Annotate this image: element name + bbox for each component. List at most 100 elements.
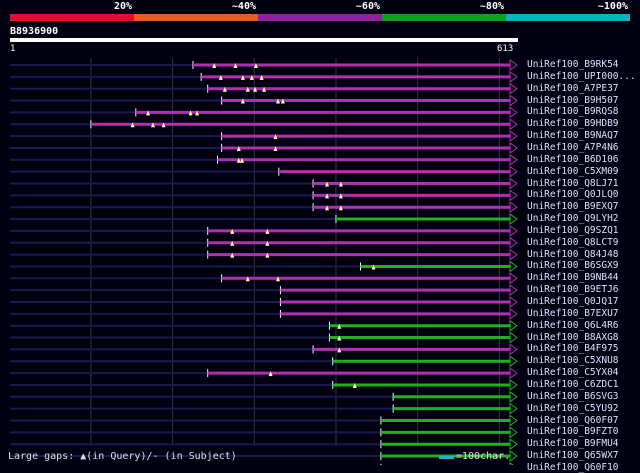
- hit-end-arrow: [509, 165, 518, 178]
- hit-end-arrow: [509, 378, 518, 391]
- hit-row[interactable]: [10, 59, 518, 71]
- hit-row[interactable]: [10, 426, 518, 439]
- hit-end-arrow: [509, 390, 518, 403]
- hit-label-link[interactable]: UniRef100_C5YU92: [527, 403, 619, 414]
- hit-row[interactable]: [10, 201, 518, 214]
- hit-row[interactable]: [10, 331, 518, 344]
- hit-end-arrow: [509, 296, 518, 308]
- hit-end-arrow: [509, 141, 518, 154]
- hit-label-link[interactable]: UniRef100_A7P4N6: [527, 142, 619, 153]
- hit-end-arrow: [509, 94, 518, 107]
- hit-end-arrow: [509, 236, 518, 249]
- hit-end-arrow: [509, 118, 518, 131]
- hit-row[interactable]: [10, 82, 518, 95]
- hit-row[interactable]: [10, 307, 518, 320]
- hit-label-link[interactable]: UniRef100_B9NB44: [527, 272, 619, 283]
- hit-row[interactable]: [10, 177, 518, 190]
- hit-row[interactable]: [10, 343, 518, 356]
- hit-row[interactable]: [10, 296, 518, 308]
- hit-row[interactable]: [10, 248, 518, 261]
- hit-label-link[interactable]: UniRef100_B9ETJ6: [527, 284, 619, 295]
- hit-row[interactable]: [10, 355, 518, 368]
- hit-end-arrow: [509, 213, 518, 226]
- hit-end-arrow: [509, 189, 518, 202]
- hit-row[interactable]: [10, 284, 518, 297]
- hit-label-link[interactable]: UniRef100_B6SGX9: [527, 260, 619, 271]
- hit-row[interactable]: [10, 390, 518, 403]
- hit-end-arrow: [509, 414, 518, 427]
- scale-text: =100char.: [456, 451, 511, 462]
- hit-row[interactable]: [10, 130, 518, 143]
- hit-row[interactable]: [10, 236, 518, 249]
- hit-end-arrow: [509, 438, 518, 451]
- scale-swatch: [439, 456, 454, 459]
- hit-end-arrow: [509, 70, 518, 83]
- hit-row[interactable]: [10, 213, 518, 226]
- hit-end-arrow: [509, 367, 518, 380]
- hit-label-link[interactable]: UniRef100_B9RK54: [527, 59, 619, 70]
- hit-label-link[interactable]: UniRef100_C5XM09: [527, 166, 619, 177]
- hit-row[interactable]: [10, 189, 518, 202]
- hit-label-link[interactable]: UniRef100_UPI000...: [527, 71, 636, 82]
- hit-label-link[interactable]: UniRef100_Q8LCT9: [527, 237, 619, 248]
- hit-row[interactable]: [10, 224, 518, 237]
- hit-label-link[interactable]: UniRef100_B6D106: [527, 154, 619, 165]
- hit-label-link[interactable]: UniRef100_Q65WX7: [527, 450, 619, 461]
- hit-label-link[interactable]: UniRef100_Q6L4R6: [527, 320, 619, 331]
- hit-label-link[interactable]: UniRef100_B6SVG3: [527, 391, 619, 402]
- hit-end-arrow: [509, 331, 518, 344]
- hit-row[interactable]: [10, 402, 518, 415]
- hit-label-link[interactable]: UniRef100_Q84J48: [527, 249, 619, 260]
- hit-end-arrow: [509, 248, 518, 261]
- hit-end-arrow: [509, 402, 518, 415]
- hit-label-link[interactable]: UniRef100_B9EXQ7: [527, 201, 619, 212]
- hit-row[interactable]: [10, 438, 518, 451]
- hit-end-arrow: [509, 82, 518, 95]
- hit-end-arrow: [509, 224, 518, 237]
- hit-row[interactable]: [10, 94, 518, 107]
- hit-end-arrow: [509, 450, 518, 463]
- hit-row[interactable]: [10, 367, 518, 380]
- hit-label-link[interactable]: UniRef100_B9RQS8: [527, 106, 619, 117]
- hit-row[interactable]: [10, 414, 518, 427]
- hit-label-link[interactable]: UniRef100_Q0JQ17: [527, 296, 619, 307]
- hit-row[interactable]: [10, 165, 518, 178]
- hit-row[interactable]: [10, 272, 518, 285]
- hit-label-link[interactable]: UniRef100_C5XNU8: [527, 355, 619, 366]
- hit-end-arrow: [509, 106, 518, 119]
- hit-label-link[interactable]: UniRef100_Q8LJ71: [527, 178, 619, 189]
- hit-label-link[interactable]: UniRef100_B9NAQ7: [527, 130, 619, 141]
- hit-label-link[interactable]: UniRef100_B9HDB9: [527, 118, 619, 129]
- hit-row[interactable]: [10, 141, 518, 154]
- hit-row[interactable]: [10, 319, 518, 332]
- gaps-legend: Large gaps: ▲(in Query)/- (in Subject): [8, 451, 237, 462]
- hit-label-link[interactable]: UniRef100_B7EXU7: [527, 308, 619, 319]
- hit-label-link[interactable]: UniRef100_B9H507: [527, 95, 619, 106]
- hit-end-arrow: [509, 343, 518, 356]
- hit-label-link[interactable]: UniRef100_B9FMU4: [527, 438, 619, 449]
- hit-label-link[interactable]: UniRef100_B4F975: [527, 343, 619, 354]
- hit-row[interactable]: [10, 378, 518, 391]
- hit-row[interactable]: [10, 106, 518, 119]
- hit-label-link[interactable]: UniRef100_B8AXG8: [527, 332, 619, 343]
- hit-end-arrow: [509, 272, 518, 285]
- hit-row[interactable]: [10, 70, 518, 83]
- hit-label-link[interactable]: UniRef100_C6ZDC1: [527, 379, 619, 390]
- hit-label-link[interactable]: UniRef100_A7PE37: [527, 83, 619, 94]
- hit-end-arrow: [509, 319, 518, 332]
- hit-row[interactable]: [10, 153, 518, 166]
- hit-label-link[interactable]: UniRef100_B9FZT0: [527, 426, 619, 437]
- hit-label-link[interactable]: UniRef100_Q60F10: [527, 462, 619, 473]
- hit-end-arrow: [509, 307, 518, 320]
- hit-label-link[interactable]: UniRef100_Q0JLQ0: [527, 189, 619, 200]
- hit-row[interactable]: [10, 260, 518, 273]
- hit-end-arrow: [509, 260, 518, 273]
- hit-label-link[interactable]: UniRef100_Q9LYH2: [527, 213, 619, 224]
- hit-row[interactable]: [10, 118, 518, 131]
- hit-label-link[interactable]: UniRef100_Q9SZQ1: [527, 225, 619, 236]
- hit-end-arrow: [509, 130, 518, 143]
- hit-end-arrow: [509, 355, 518, 368]
- hit-end-arrow: [509, 284, 518, 297]
- hit-label-link[interactable]: UniRef100_C5YX04: [527, 367, 619, 378]
- hit-label-link[interactable]: UniRef100_Q60F07: [527, 415, 619, 426]
